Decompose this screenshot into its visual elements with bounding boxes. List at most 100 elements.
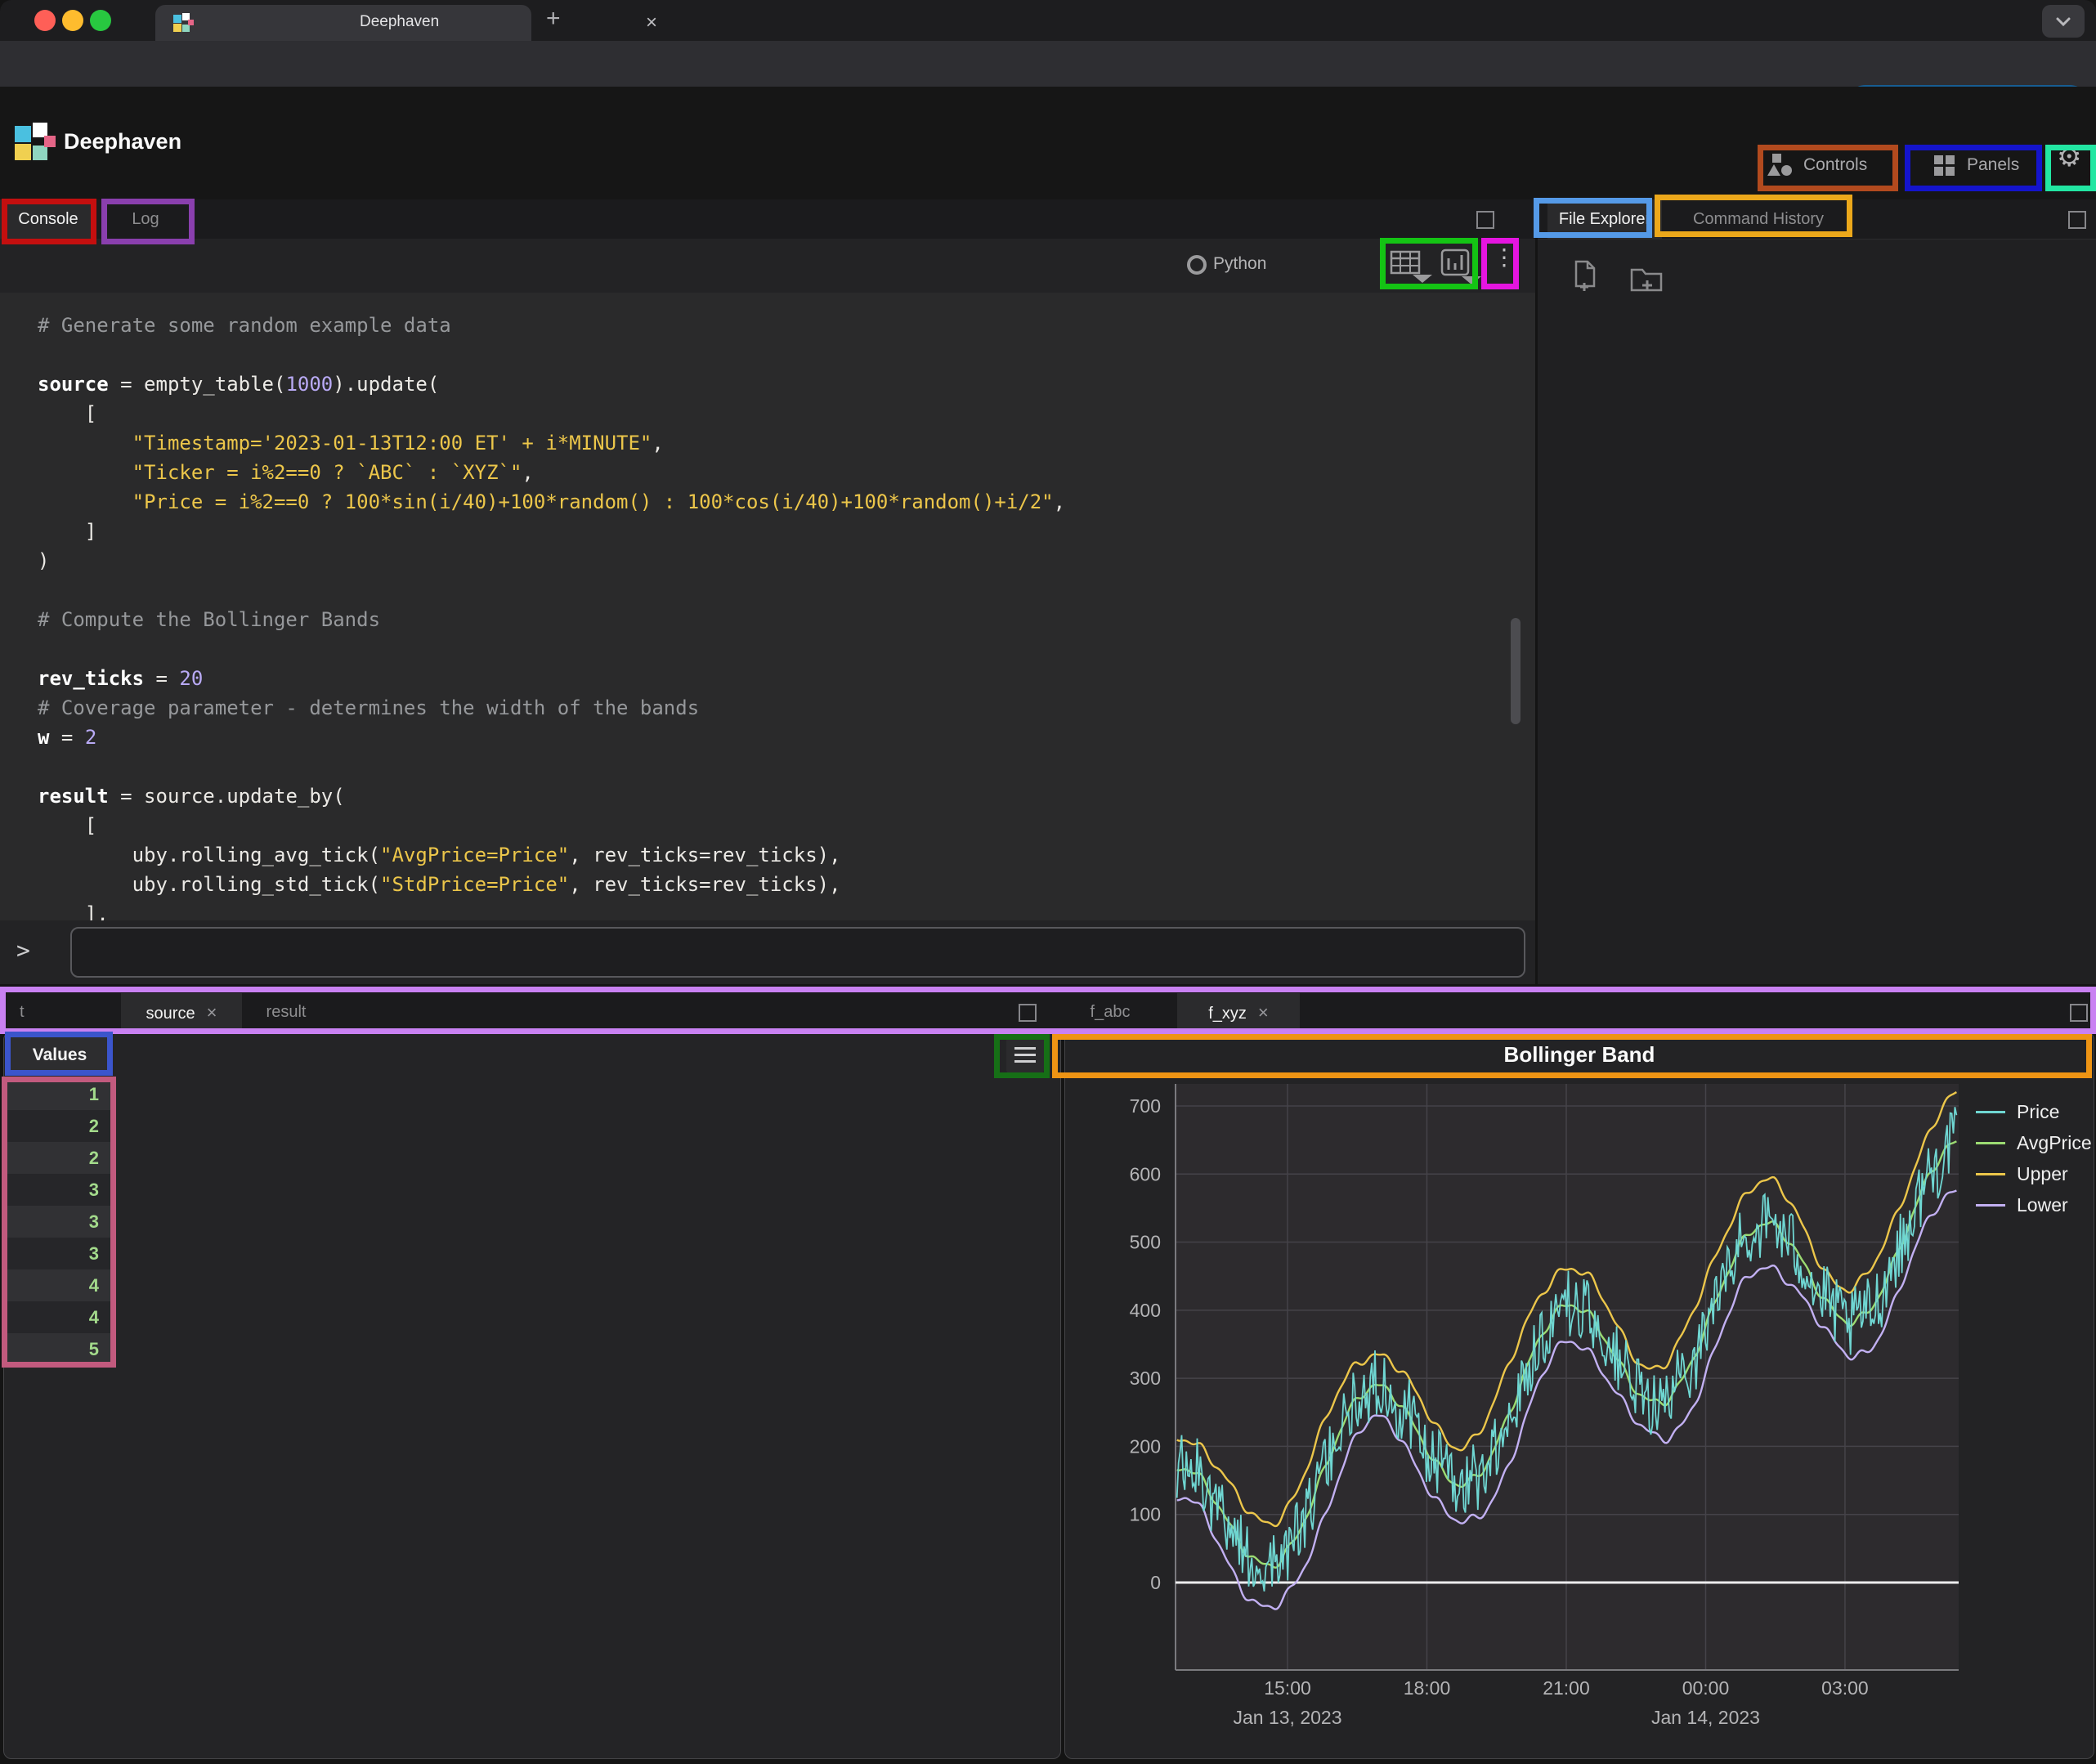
table-row[interactable]: 2: [7, 1110, 112, 1142]
app-logo: [15, 123, 54, 162]
values-column-header[interactable]: Values: [7, 1036, 112, 1075]
svg-text:21:00: 21:00: [1543, 1677, 1590, 1699]
tab-command-history[interactable]: Command History: [1664, 199, 1852, 239]
files-tabstrip: File Explorer Command History: [1538, 199, 2096, 240]
python-status-icon: [1187, 255, 1207, 275]
table-row[interactable]: 4: [7, 1301, 112, 1333]
tab-t[interactable]: t: [0, 993, 106, 1032]
browser-toolbar: ← → localhost:10000/ide/ E Relaunch to u…: [0, 41, 2096, 87]
legend-label: Upper: [2017, 1163, 2068, 1185]
svg-text:400: 400: [1130, 1300, 1161, 1321]
chart-title: Bollinger Band: [1065, 1042, 2094, 1068]
caret-down-icon: [1462, 276, 1481, 284]
browser-tab[interactable]: Deephaven ×: [155, 5, 531, 41]
svg-text:100: 100: [1130, 1504, 1161, 1525]
window-minimize-button[interactable]: [62, 10, 83, 31]
tab-f-xyz-close-icon[interactable]: ×: [1258, 1002, 1269, 1023]
svg-text:700: 700: [1130, 1095, 1161, 1117]
tab-title: Deephaven: [360, 13, 439, 31]
legend-label: AvgPrice: [2017, 1132, 2092, 1154]
console-input[interactable]: [70, 927, 1525, 978]
window-zoom-button[interactable]: [90, 10, 111, 31]
chevron-down-icon: [2058, 19, 2069, 25]
svg-text:0: 0: [1150, 1572, 1161, 1593]
legend-swatch: [1976, 1111, 2005, 1113]
svg-text:00:00: 00:00: [1682, 1677, 1730, 1699]
tab-source-label: source: [146, 1005, 195, 1023]
editor-scrollbar[interactable]: [1511, 618, 1520, 724]
tab-close-icon[interactable]: ×: [646, 11, 657, 34]
table-row[interactable]: 3: [7, 1174, 112, 1206]
svg-text:15:00: 15:00: [1264, 1677, 1311, 1699]
tab-source-close-icon[interactable]: ×: [207, 1002, 217, 1023]
code-content: # Generate some random example data sour…: [38, 311, 1065, 920]
table-row[interactable]: 5: [7, 1333, 112, 1365]
svg-text:600: 600: [1130, 1163, 1161, 1184]
table-menu-button[interactable]: [1006, 1037, 1044, 1073]
app-title: Deephaven: [64, 129, 181, 154]
new-file-button[interactable]: [1571, 260, 1601, 294]
legend-swatch: [1976, 1204, 2005, 1207]
tab-file-explorer[interactable]: File Explorer: [1547, 199, 1662, 239]
tab-f-xyz[interactable]: f_xyz ×: [1177, 993, 1300, 1032]
legend-swatch: [1976, 1173, 2005, 1175]
bollinger-chart[interactable]: 0 100 200 300 400 500 600 700 15:00 18:00 21:00 00:…: [1065, 1073, 2094, 1758]
files-maximize-icon[interactable]: [2068, 211, 2086, 229]
right-stack-maximize-icon[interactable]: [2070, 1004, 2088, 1022]
legend-item-upper[interactable]: Upper: [1976, 1158, 2092, 1189]
table-row[interactable]: 3: [7, 1238, 112, 1269]
window-close-button[interactable]: [34, 10, 56, 31]
bottom-tabstrip: t source × result f_abc f_xyz ×: [0, 993, 2096, 1032]
open-table-button[interactable]: [1390, 248, 1437, 284]
svg-text:300: 300: [1130, 1368, 1161, 1389]
table-row[interactable]: 1: [7, 1078, 112, 1110]
app-header: Deephaven Controls Panels ⚙: [0, 87, 2096, 199]
svg-text:03:00: 03:00: [1821, 1677, 1869, 1699]
new-tab-button[interactable]: +: [546, 5, 561, 33]
panels-grid-icon: [1934, 155, 1955, 177]
tab-log[interactable]: Log: [96, 199, 195, 239]
tab-favicon: [173, 13, 193, 33]
tab-search-button[interactable]: [2042, 5, 2085, 38]
legend-item-lower[interactable]: Lower: [1976, 1189, 2092, 1220]
chart-legend: Price AvgPrice Upper Lower: [1976, 1096, 2092, 1220]
console-prompt: >: [16, 937, 30, 964]
tab-result[interactable]: result: [245, 993, 327, 1032]
caret-down-icon: [1413, 275, 1432, 283]
tab-source[interactable]: source ×: [121, 993, 242, 1032]
table-row[interactable]: 3: [7, 1206, 112, 1238]
values-table-panel: Values 122333445: [3, 1032, 1061, 1759]
console-tabstrip: Console Log: [0, 199, 1535, 240]
svg-text:Jan 14, 2023: Jan 14, 2023: [1651, 1707, 1760, 1728]
bollinger-chart-panel: Bollinger Band 0 100 200 300 400 500 600 700 15:…: [1064, 1032, 2094, 1759]
console-toolbar: Python 4.0 GB ⋮: [0, 239, 1535, 293]
legend-label: Price: [2017, 1101, 2059, 1123]
code-editor[interactable]: # Generate some random example data sour…: [0, 293, 1535, 920]
svg-text:Jan 13, 2023: Jan 13, 2023: [1233, 1707, 1341, 1728]
new-folder-button[interactable]: [1630, 263, 1666, 294]
legend-label: Lower: [2017, 1194, 2068, 1216]
legend-item-price[interactable]: Price: [1976, 1096, 2092, 1127]
python-label: Python: [1213, 254, 1266, 274]
console-overflow-menu-icon[interactable]: ⋮: [1493, 244, 1516, 271]
controls-label: Controls: [1803, 155, 1867, 175]
console-maximize-icon[interactable]: [1476, 211, 1494, 229]
open-chart-button[interactable]: [1440, 248, 1485, 284]
svg-text:200: 200: [1130, 1435, 1161, 1457]
console-input-row: >: [0, 920, 1535, 984]
legend-item-avgprice[interactable]: AvgPrice: [1976, 1127, 2092, 1158]
window-titlebar: Deephaven × +: [0, 0, 2096, 41]
tab-f-xyz-label: f_xyz: [1208, 1005, 1247, 1023]
values-table-body: 122333445: [7, 1078, 112, 1365]
panels-label: Panels: [1967, 155, 2019, 175]
svg-text:18:00: 18:00: [1404, 1677, 1451, 1699]
table-row[interactable]: 4: [7, 1269, 112, 1301]
files-panel: [1538, 199, 2096, 984]
settings-gear-icon[interactable]: ⚙: [2057, 141, 2081, 173]
tab-f-abc[interactable]: f_abc: [1071, 993, 1149, 1032]
table-row[interactable]: 2: [7, 1142, 112, 1174]
svg-text:500: 500: [1130, 1232, 1161, 1253]
legend-swatch: [1976, 1142, 2005, 1144]
left-stack-maximize-icon[interactable]: [1019, 1004, 1037, 1022]
tab-console[interactable]: Console: [0, 199, 96, 239]
